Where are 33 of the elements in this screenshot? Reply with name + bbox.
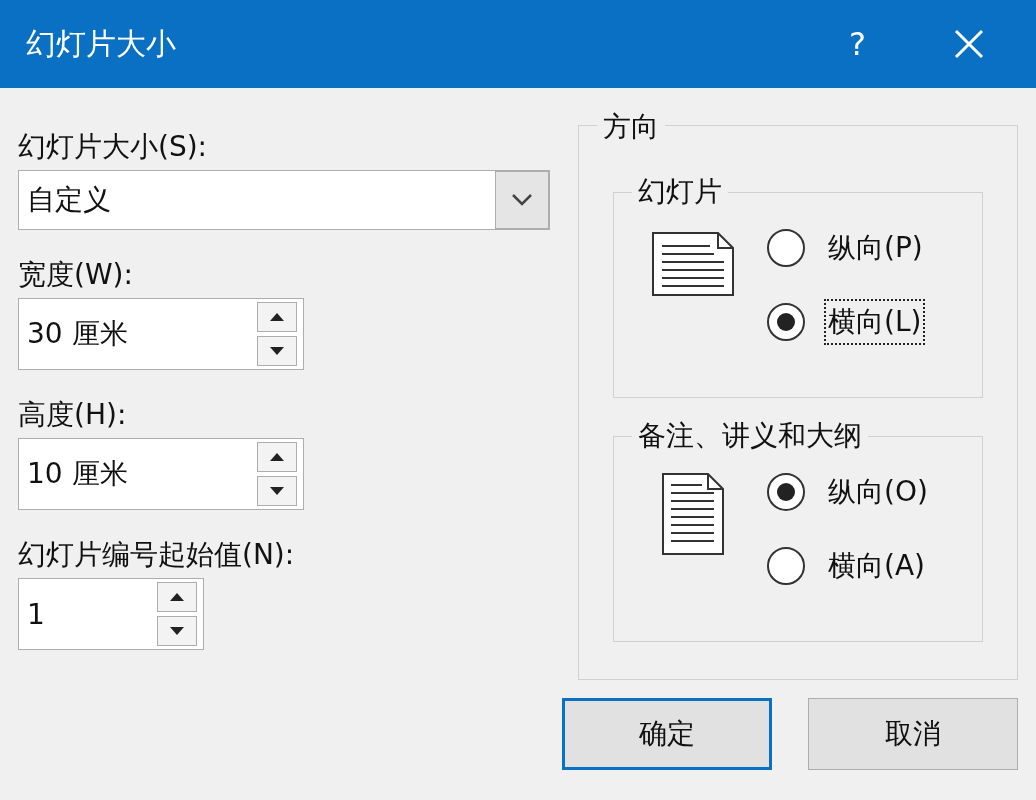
- spin-value: 10 厘米: [26, 456, 129, 492]
- radio-label[interactable]: 横向(L): [824, 299, 926, 345]
- size-dropdown[interactable]: 自定义: [18, 170, 550, 230]
- spin-up-icon[interactable]: [257, 302, 297, 332]
- radio-button[interactable]: [766, 546, 806, 586]
- help-button[interactable]: ?: [849, 25, 866, 63]
- field-label: 幻灯片大小(S):: [18, 130, 209, 164]
- spin-field[interactable]: 1: [18, 578, 204, 650]
- radio-label[interactable]: 纵向(O): [824, 469, 932, 515]
- spin-down-icon[interactable]: [257, 476, 297, 506]
- spin-up-icon[interactable]: [157, 582, 197, 612]
- radio-button[interactable]: [766, 472, 806, 512]
- radio-button[interactable]: [766, 228, 806, 268]
- landscape-page-icon: [652, 232, 734, 296]
- field-label: 高度(H):: [18, 398, 128, 432]
- spin-up-icon[interactable]: [257, 442, 297, 472]
- spin-down-icon[interactable]: [257, 336, 297, 366]
- dropdown-value: 自定义: [26, 182, 112, 218]
- ok-button[interactable]: 确定: [562, 698, 772, 770]
- spin-field[interactable]: 30 厘米: [18, 298, 304, 370]
- spin-value: 30 厘米: [26, 316, 129, 352]
- window-title: 幻灯片大小: [26, 24, 177, 63]
- radio-label[interactable]: 纵向(P): [824, 225, 927, 271]
- field-label: 幻灯片编号起始值(N):: [18, 538, 296, 572]
- cancel-button[interactable]: 取消: [808, 698, 1018, 770]
- spin-field[interactable]: 10 厘米: [18, 438, 304, 510]
- radio-button[interactable]: [766, 302, 806, 342]
- close-icon[interactable]: [954, 29, 984, 59]
- field-label: 宽度(W):: [18, 258, 134, 292]
- spin-value: 1: [26, 597, 46, 631]
- portrait-page-icon: [662, 473, 724, 555]
- radio-label[interactable]: 横向(A): [824, 543, 929, 589]
- spin-down-icon[interactable]: [157, 616, 197, 646]
